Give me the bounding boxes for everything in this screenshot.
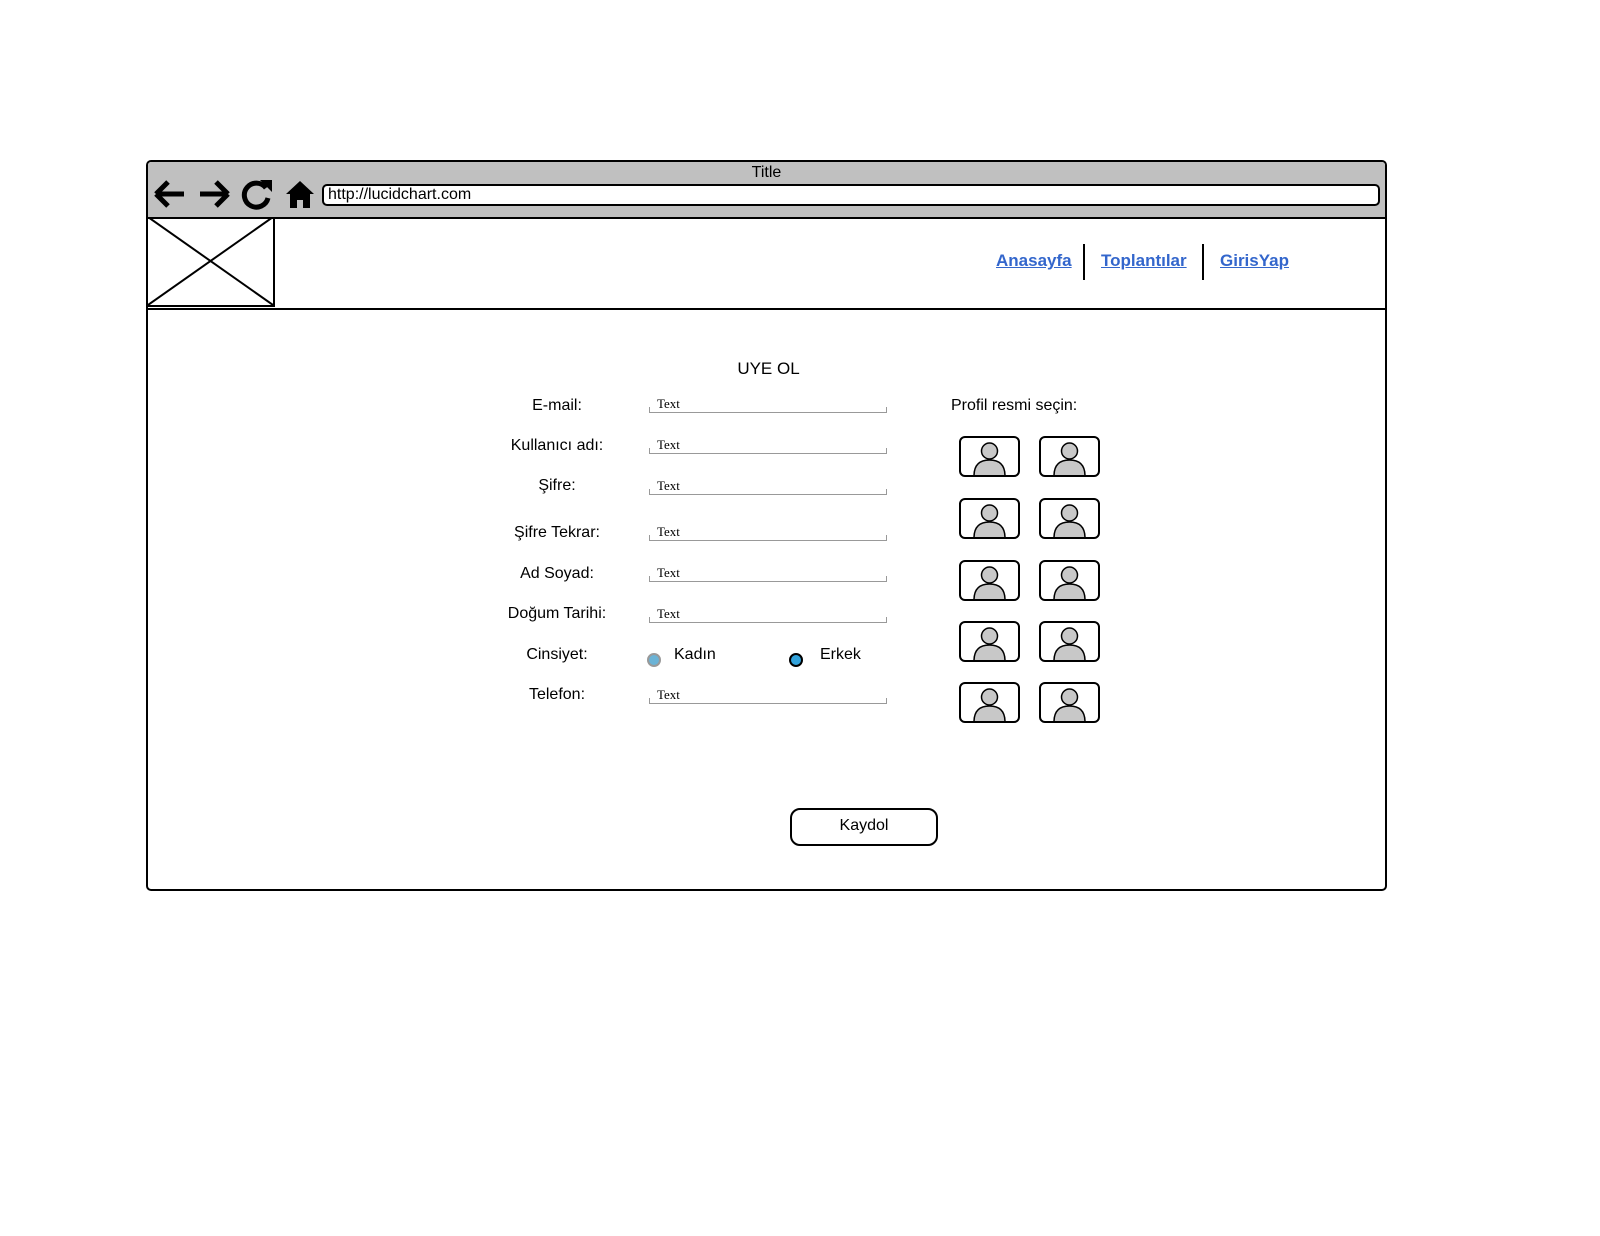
password-repeat-label: Şifre Tekrar: [514, 524, 600, 541]
nav-link-girisyap[interactable]: GirisYap [1220, 251, 1289, 271]
user-avatar-icon [1053, 627, 1086, 660]
profile-picture-label: Profil resmi seçin: [951, 397, 1078, 414]
site-header: Anasayfa Toplantılar GirisYap [147, 216, 1385, 310]
phone-label: Telefon: [528, 686, 586, 703]
nav-divider [1083, 244, 1085, 280]
radio-label-kadin: Kadın [674, 646, 716, 663]
home-icon[interactable] [282, 176, 318, 212]
user-avatar-icon [1053, 688, 1086, 721]
window-title: Title [751, 164, 782, 181]
profile-avatar-option[interactable] [1039, 621, 1100, 662]
birthdate-field[interactable]: Text [649, 606, 887, 623]
register-button[interactable]: Kaydol [790, 808, 938, 846]
birthdate-label: Doğum Tarihi: [507, 605, 607, 622]
profile-avatar-option[interactable] [1039, 560, 1100, 601]
radio-erkek[interactable] [789, 653, 803, 667]
username-label: Kullanıcı adı: [510, 437, 604, 454]
profile-avatar-option[interactable] [1039, 436, 1100, 477]
profile-avatar-option[interactable] [1039, 498, 1100, 539]
radio-kadin[interactable] [647, 653, 661, 667]
nav-link-anasayfa[interactable]: Anasayfa [996, 251, 1072, 271]
profile-avatar-option[interactable] [959, 436, 1020, 477]
user-avatar-icon [1053, 442, 1086, 475]
address-bar[interactable]: http://lucidchart.com [322, 184, 1380, 206]
radio-label-erkek: Erkek [820, 646, 861, 663]
profile-avatar-option[interactable] [959, 498, 1020, 539]
user-avatar-icon [1053, 566, 1086, 599]
user-avatar-icon [973, 504, 1006, 537]
logo-placeholder [147, 216, 275, 307]
nav-link-toplantilar[interactable]: Toplantılar [1101, 251, 1187, 271]
password-repeat-field[interactable]: Text [649, 524, 887, 541]
image-placeholder-icon [147, 216, 274, 306]
password-field[interactable]: Text [649, 478, 887, 495]
profile-avatar-option[interactable] [959, 560, 1020, 601]
user-avatar-icon [973, 688, 1006, 721]
user-avatar-icon [973, 566, 1006, 599]
refresh-icon[interactable] [238, 176, 274, 212]
fullname-field[interactable]: Text [649, 565, 887, 582]
profile-avatar-option[interactable] [959, 682, 1020, 723]
profile-avatar-option[interactable] [959, 621, 1020, 662]
page-title: UYE OL [737, 359, 800, 378]
fullname-label: Ad Soyad: [520, 565, 594, 582]
password-label: Şifre: [538, 477, 576, 494]
phone-field[interactable]: Text [649, 687, 887, 704]
forward-arrow-icon[interactable] [196, 176, 232, 212]
profile-avatar-option[interactable] [1039, 682, 1100, 723]
nav-divider [1202, 244, 1204, 280]
user-avatar-icon [1053, 504, 1086, 537]
back-arrow-icon[interactable] [152, 176, 188, 212]
username-field[interactable]: Text [649, 437, 887, 454]
gender-label: Cinsiyet: [526, 646, 588, 663]
user-avatar-icon [973, 627, 1006, 660]
user-avatar-icon [973, 442, 1006, 475]
browser-window: Title http://lucidchart.com Anasayfa Top… [146, 160, 1387, 891]
email-label: E-mail: [532, 397, 582, 414]
email-field[interactable]: Text [649, 396, 887, 413]
browser-toolbar: Title http://lucidchart.com [148, 162, 1385, 219]
